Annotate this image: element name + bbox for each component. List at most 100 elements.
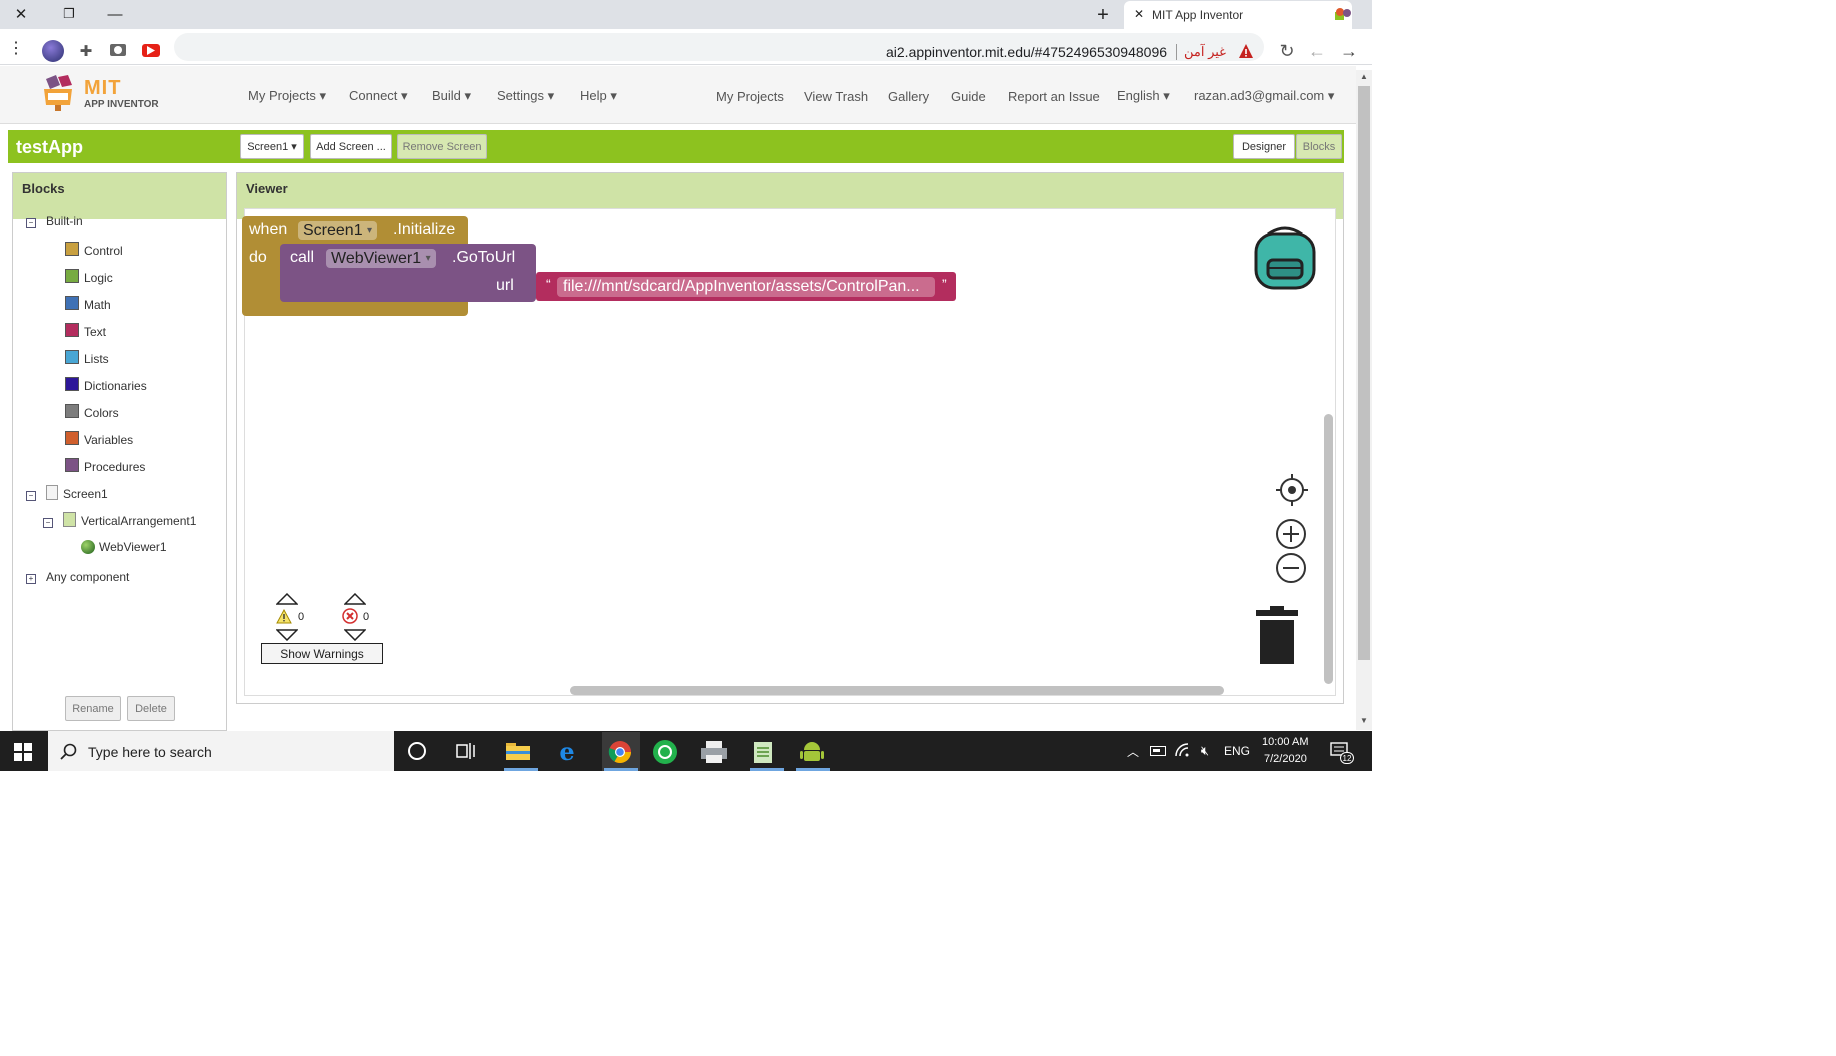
blocks-button[interactable]: Blocks [1296,134,1342,159]
trash-can-icon[interactable] [1254,606,1300,664]
profile-avatar[interactable] [42,40,64,62]
window-close-icon[interactable]: ✕ [8,3,34,25]
task-view-icon[interactable] [456,742,476,760]
screen-select-dropdown[interactable]: Screen1 ▾ [240,134,304,159]
designer-button[interactable]: Designer [1233,134,1295,159]
app-inventor-logo-icon[interactable] [38,75,78,111]
rename-button[interactable]: Rename [65,696,121,721]
youtube-icon[interactable] [142,44,160,57]
chrome-active-indicator [604,768,638,771]
input-language-indicator[interactable]: ENG [1224,744,1250,758]
browser-tab[interactable]: ✕ MIT App Inventor [1124,1,1352,29]
collapse-icon[interactable]: − [26,218,36,228]
arrangement-tree-node[interactable]: − VerticalArrangement1 [43,512,196,528]
link-view-trash[interactable]: View Trash [804,89,868,104]
menu-settings[interactable]: Settings ▾ [497,88,554,104]
menu-build[interactable]: Build ▾ [432,88,471,104]
block-when-label: when [249,221,288,238]
page-scrollbar[interactable]: ▲ ▼ [1356,70,1372,730]
errors-next-arrow-icon[interactable] [343,628,367,642]
menu-help[interactable]: Help ▾ [580,88,617,104]
printer-app-icon[interactable] [700,740,728,764]
expand-icon[interactable]: + [26,574,36,584]
page-scrollbar-thumb[interactable] [1358,86,1370,660]
file-explorer-active-indicator [504,768,538,771]
errors-prev-arrow-icon[interactable] [343,592,367,605]
control-swatch-icon [65,242,79,256]
add-screen-button[interactable]: Add Screen ... [310,134,392,159]
zoom-out-icon[interactable] [1274,551,1308,585]
delete-button[interactable]: Delete [127,696,175,721]
reload-icon[interactable]: ↻ [1276,40,1298,62]
menu-my-projects[interactable]: My Projects ▾ [248,88,326,104]
tray-overflow-chevron-icon[interactable]: ︿ [1126,742,1140,760]
link-report-issue[interactable]: Report an Issue [1008,89,1100,104]
tab-close-icon[interactable]: ✕ [1130,5,1148,23]
link-guide[interactable]: Guide [951,89,986,104]
menu-connect[interactable]: Connect ▾ [349,88,408,104]
text-swatch-icon [65,323,79,337]
camera-icon[interactable] [110,44,126,56]
drawer-text[interactable]: Text [65,323,106,339]
drawer-math[interactable]: Math [65,296,111,312]
battery-icon[interactable] [1150,746,1166,756]
recenter-target-icon[interactable] [1276,474,1308,506]
collapse-icon[interactable]: − [26,491,36,501]
user-account-menu[interactable]: razan.ad3@gmail.com ▾ [1194,88,1334,104]
link-my-projects[interactable]: My Projects [716,89,784,104]
builtin-tree-node[interactable]: − Built-in [26,214,83,228]
drawer-control[interactable]: Control [65,242,123,258]
show-warnings-button[interactable]: Show Warnings [261,643,383,664]
speaker-muted-icon[interactable]: 🔇︎ [1196,742,1214,760]
security-label[interactable]: غير آمن [1184,44,1226,60]
drawer-procedures[interactable]: Procedures [65,458,145,474]
webviewer-component-dropdown[interactable]: WebViewer1 ▾ [326,249,436,268]
block-url-label: url [496,277,514,294]
drawer-colors[interactable]: Colors [65,404,119,420]
drawer-dictionaries[interactable]: Dictionaries [65,377,147,393]
drawer-lists[interactable]: Lists [65,350,109,366]
android-app-icon[interactable] [800,740,824,764]
forward-arrow-icon[interactable]: → [1338,40,1360,62]
workspace-vertical-scrollbar[interactable] [1324,414,1333,684]
back-arrow-icon[interactable]: ← [1306,40,1328,62]
url-text[interactable]: ai2.appinventor.mit.edu/#475249653094809… [886,44,1167,60]
clock-time[interactable]: 10:00 AM [1262,736,1308,748]
screen-component-dropdown[interactable]: Screen1 ▾ [298,221,378,240]
browser-menu-icon[interactable]: ⋮ [8,40,24,57]
text-block-field[interactable]: file:///mnt/sdcard/AppInventor/assets/Co… [557,277,935,297]
drawer-logic[interactable]: Logic [65,269,113,285]
cortana-icon[interactable] [408,742,426,760]
taskbar-search-placeholder[interactable]: Type here to search [88,744,212,760]
extensions-icon[interactable]: ✚ [76,41,96,61]
windows-start-icon[interactable] [14,743,32,761]
new-tab-icon[interactable]: + [1090,3,1116,27]
logo-mit-text: MIT [84,77,122,99]
remove-screen-button[interactable]: Remove Screen [397,134,487,159]
warnings-prev-arrow-icon[interactable] [275,592,299,605]
collapse-icon[interactable]: − [43,518,53,528]
edge-browser-icon[interactable]: e [554,737,580,766]
messenger-app-icon[interactable] [653,740,677,764]
zoom-in-icon[interactable] [1274,517,1308,551]
notification-count-badge: 12 [1340,752,1354,764]
any-component-tree-node[interactable]: + Any component [26,570,129,584]
workspace-horizontal-scrollbar[interactable] [570,686,1224,695]
screen1-tree-node[interactable]: − Screen1 [26,485,108,501]
window-minimize-icon[interactable]: — [102,3,128,25]
drawer-variables[interactable]: Variables [65,431,133,447]
warning-triangle-icon[interactable] [1238,43,1254,59]
backpack-icon[interactable] [1250,222,1320,292]
warnings-next-arrow-icon[interactable] [275,628,299,642]
vertical-arrangement-icon [63,512,76,527]
clock-date[interactable]: 7/2/2020 [1264,753,1307,765]
language-select[interactable]: English ▾ [1117,88,1170,104]
window-restore-icon[interactable]: ❐ [56,3,82,25]
wifi-icon[interactable] [1174,742,1190,758]
file-explorer-icon[interactable] [505,741,531,761]
chrome-icon[interactable] [608,740,632,764]
link-gallery[interactable]: Gallery [888,89,929,104]
notepad-app-icon[interactable] [752,740,774,764]
dictionaries-swatch-icon [65,377,79,391]
webviewer-tree-node[interactable]: WebViewer1 [81,540,167,554]
